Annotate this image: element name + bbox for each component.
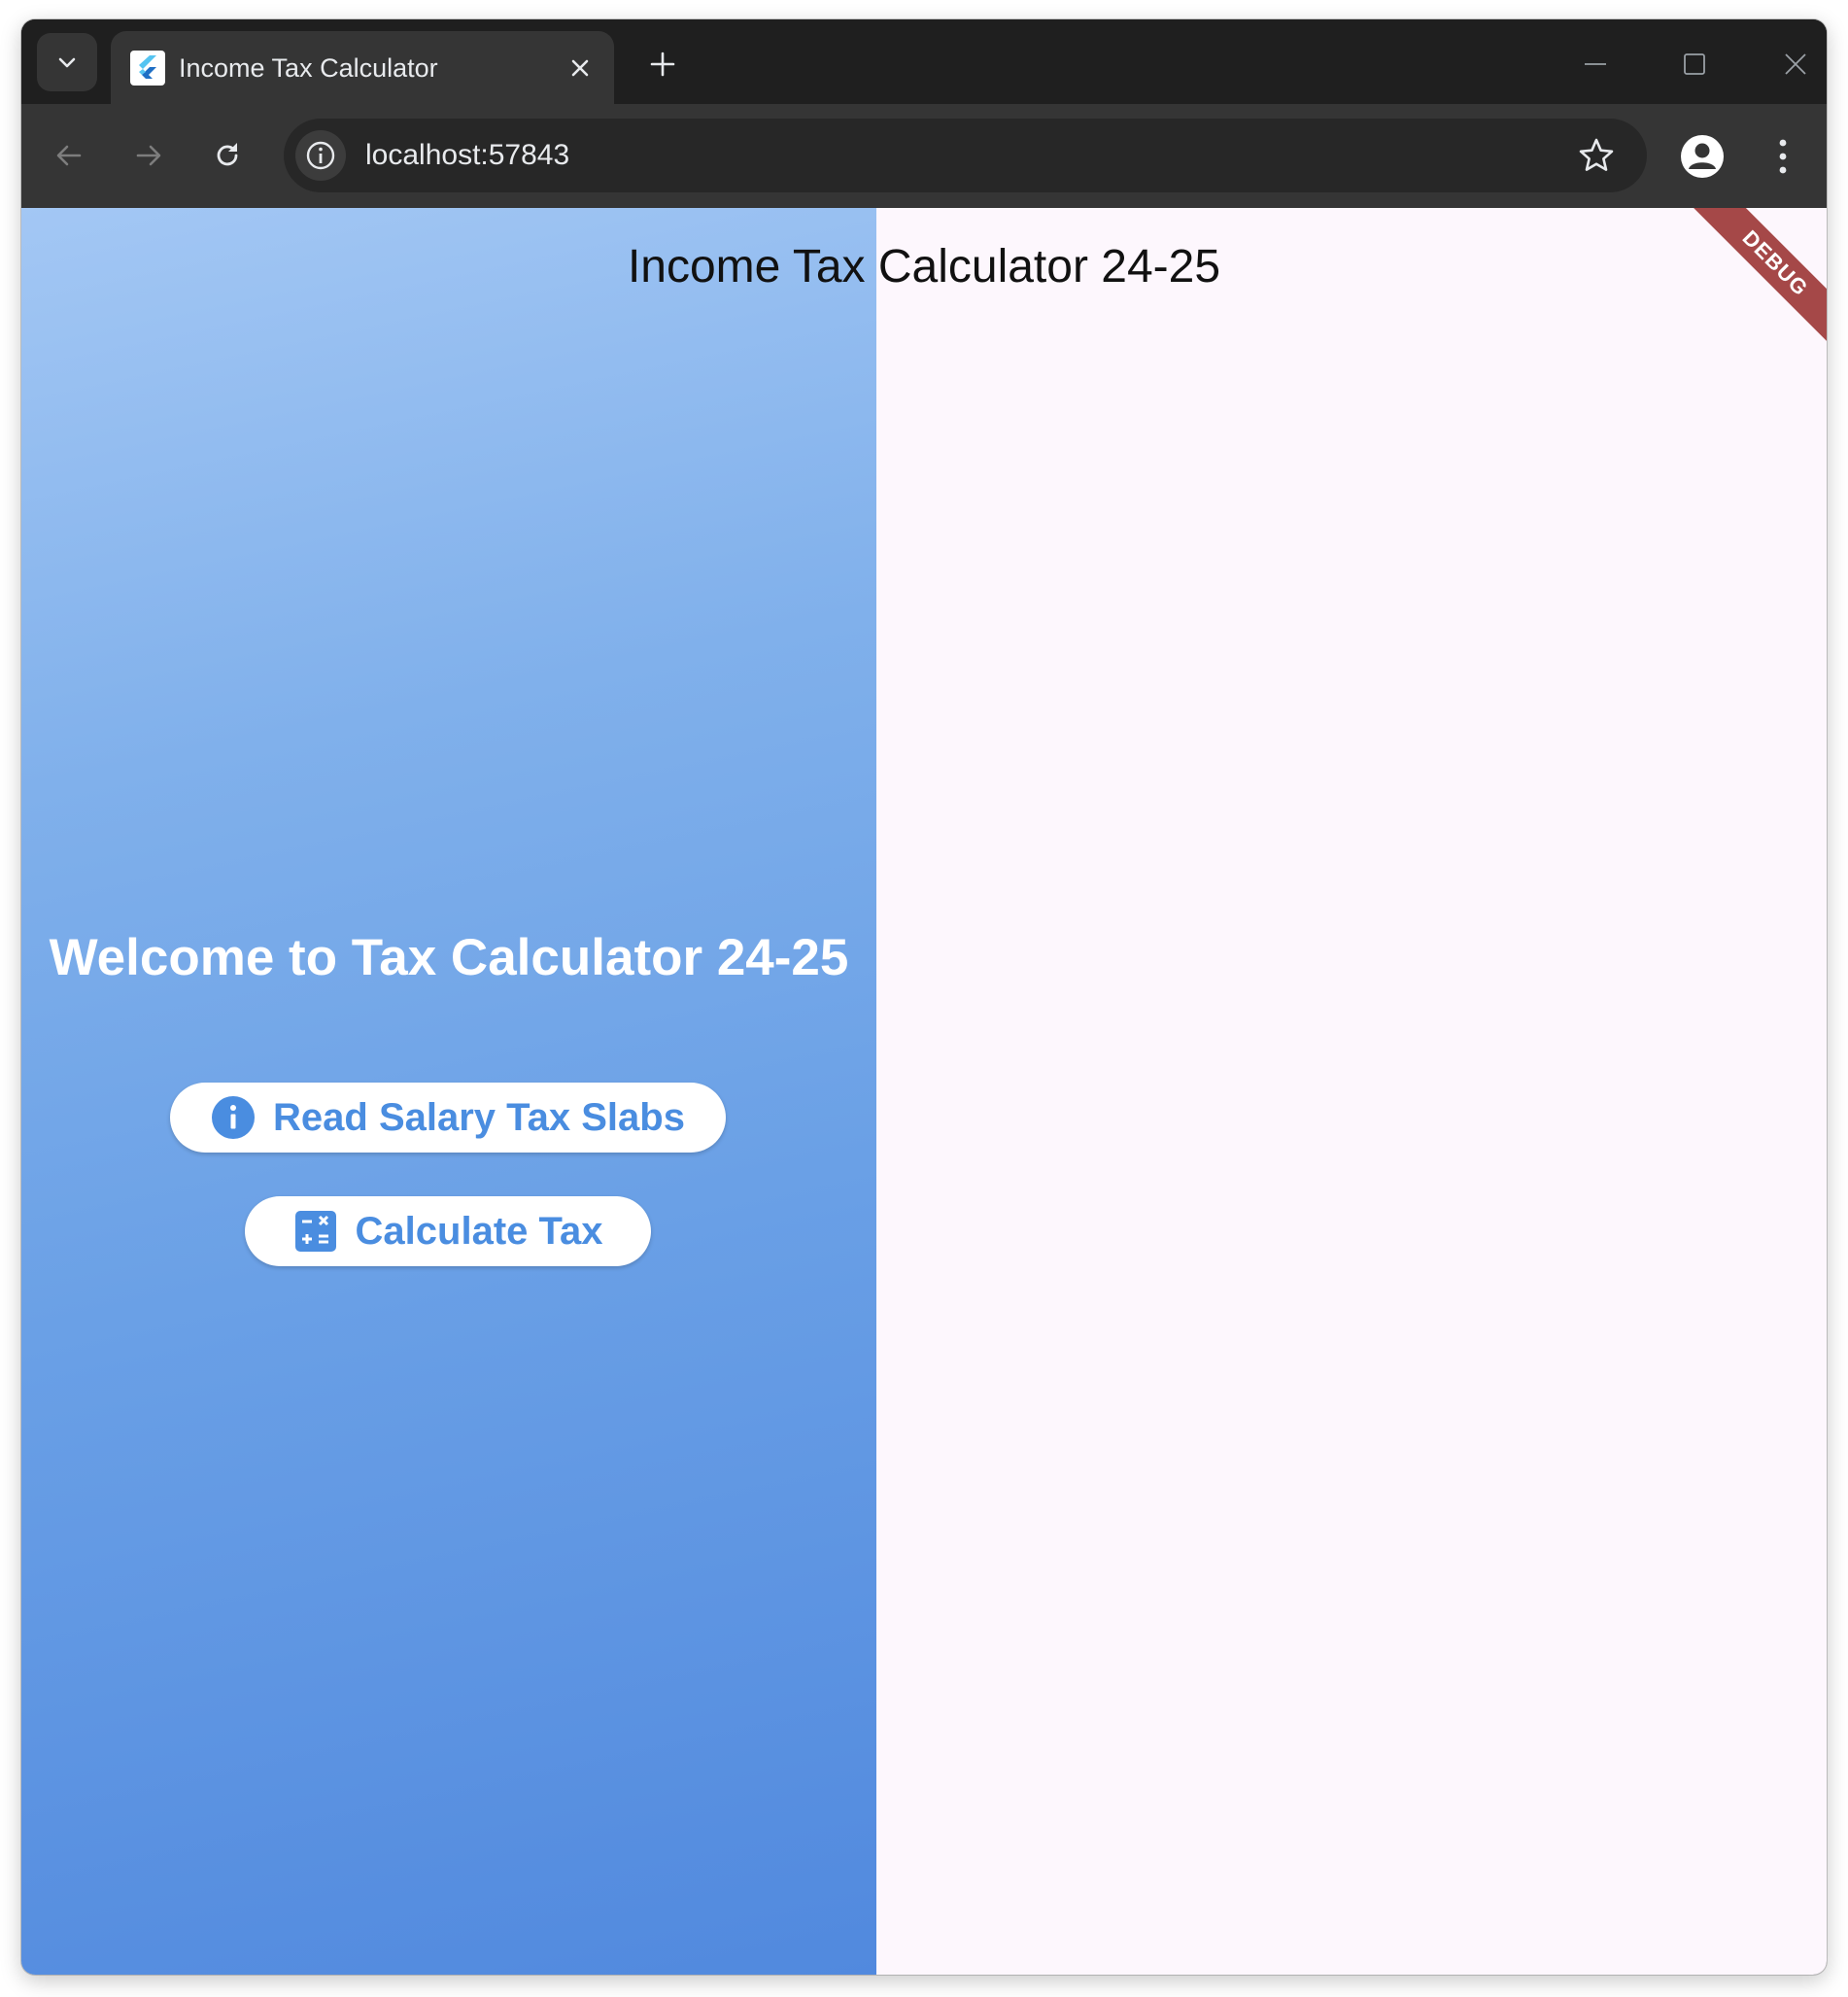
reload-icon	[217, 143, 238, 166]
star-icon	[1579, 138, 1614, 171]
address-bar[interactable]: localhost:57843	[284, 119, 1647, 192]
site-info-button[interactable]	[295, 130, 346, 181]
tab-title: Income Tax Calculator	[179, 53, 438, 83]
calculator-icon	[293, 1209, 338, 1254]
calculate-tax-label: Calculate Tax	[355, 1209, 603, 1253]
tab-strip: Income Tax Calculator	[21, 19, 1827, 109]
arrow-right-icon	[136, 145, 161, 166]
profile-button[interactable]	[1678, 132, 1727, 181]
tab-search-button[interactable]	[37, 33, 97, 91]
back-button[interactable]	[47, 133, 91, 178]
window-close-button[interactable]	[1776, 45, 1815, 84]
arrow-left-icon	[56, 145, 82, 166]
browser-menu-button[interactable]	[1761, 132, 1805, 181]
plus-icon	[650, 52, 675, 77]
app-title: Income Tax Calculator 24-25	[627, 241, 1221, 293]
minimize-icon	[1585, 63, 1606, 65]
maximize-icon	[1684, 53, 1705, 75]
calculate-tax-button[interactable]: Calculate Tax	[245, 1196, 651, 1266]
read-salary-tax-slabs-label: Read Salary Tax Slabs	[273, 1095, 685, 1139]
browser-toolbar: localhost:57843	[21, 104, 1827, 208]
read-salary-tax-slabs-button[interactable]: Read Salary Tax Slabs	[170, 1083, 726, 1153]
close-icon	[1785, 53, 1806, 75]
welcome-heading: Welcome to Tax Calculator 24-25	[49, 929, 849, 986]
close-icon	[571, 59, 589, 77]
page-viewport: Welcome to Tax Calculator 24-25 Read Sal…	[21, 208, 1827, 1975]
chevron-down-icon	[58, 57, 76, 68]
url-text[interactable]: localhost:57843	[365, 138, 569, 173]
info-icon	[211, 1095, 256, 1140]
flutter-logo-icon	[130, 51, 165, 86]
minimize-button[interactable]	[1576, 45, 1615, 84]
forward-button[interactable]	[126, 133, 171, 178]
info-icon	[306, 141, 335, 170]
person-icon	[1681, 135, 1724, 178]
maximize-button[interactable]	[1675, 45, 1714, 84]
browser-window: Income Tax Calculator localhost:57843 We…	[21, 19, 1827, 1975]
tab-income-tax-calculator[interactable]: Income Tax Calculator	[111, 31, 614, 109]
bookmark-button[interactable]	[1575, 134, 1618, 177]
more-vertical-icon	[1779, 139, 1787, 174]
new-tab-button[interactable]	[643, 45, 682, 84]
reload-button[interactable]	[205, 133, 250, 178]
tab-close-button[interactable]	[563, 51, 598, 86]
welcome-panel: Welcome to Tax Calculator 24-25 Read Sal…	[21, 208, 876, 1975]
